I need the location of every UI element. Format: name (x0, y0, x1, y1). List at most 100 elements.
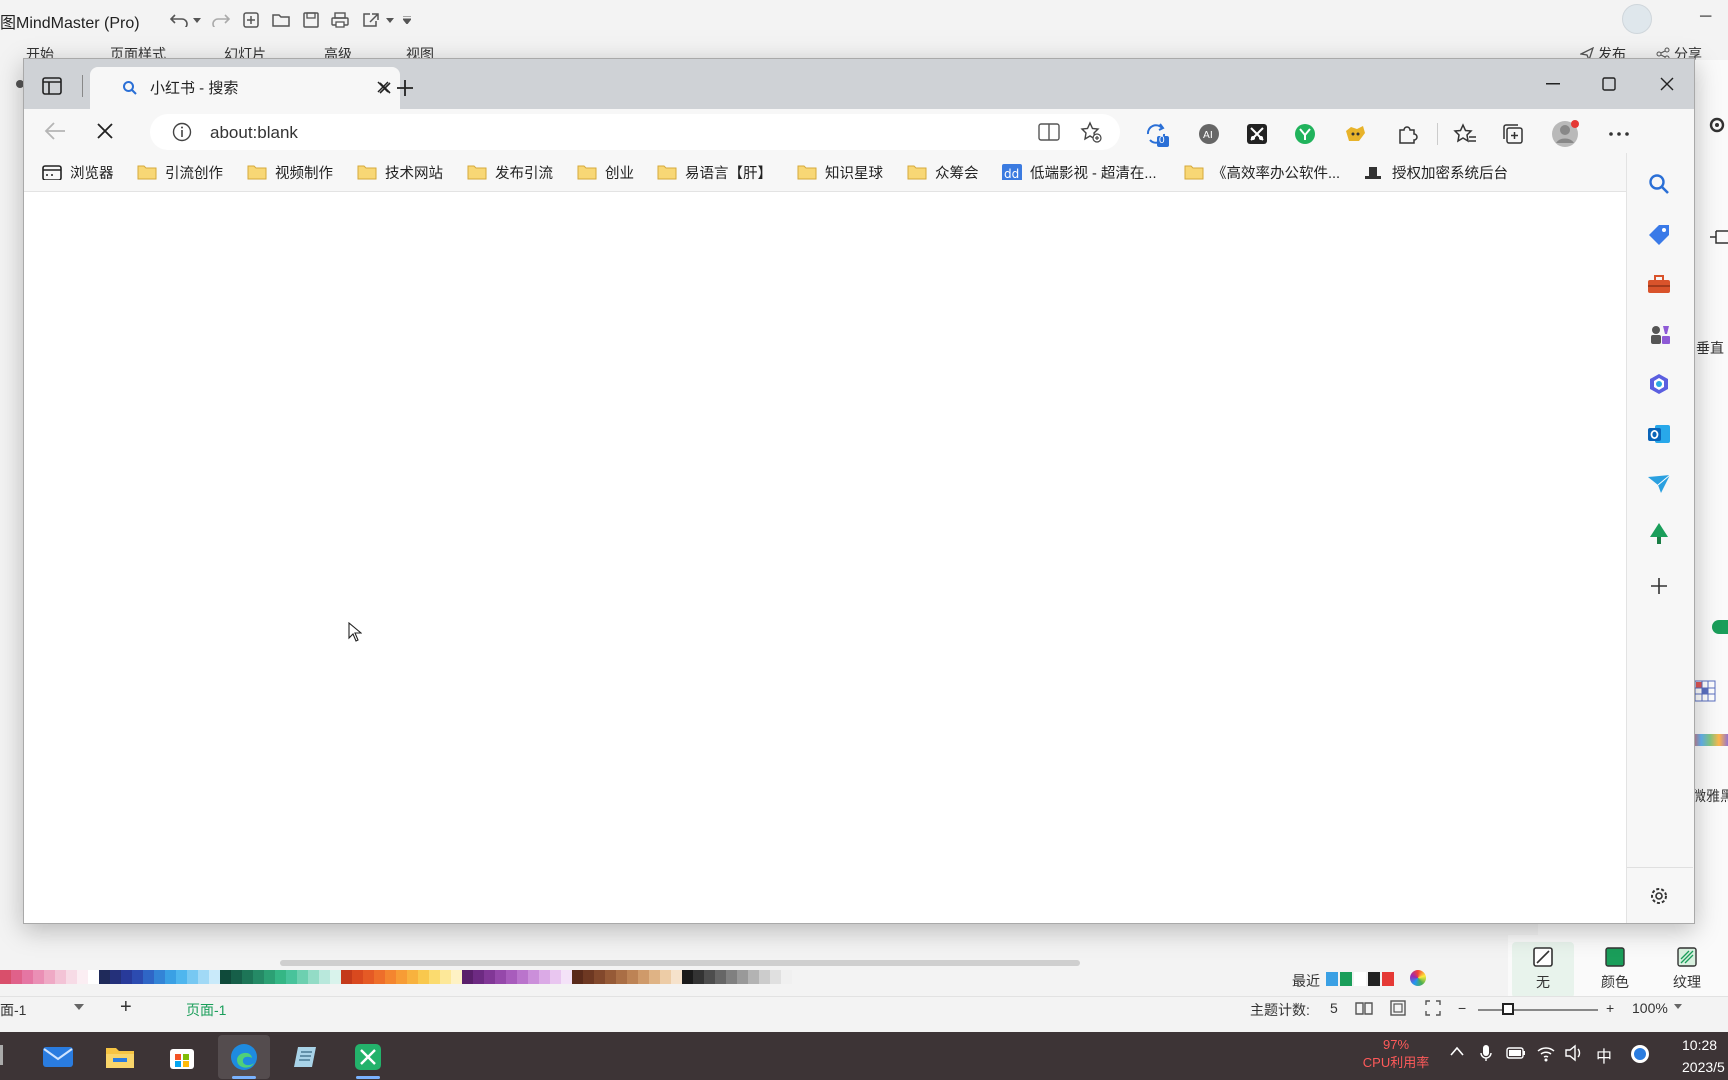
close-icon[interactable] (377, 81, 389, 93)
palette-swatch[interactable] (264, 970, 275, 984)
customize-quick-access-icon[interactable] (400, 9, 414, 31)
fav-browser[interactable]: 浏览器 (42, 160, 114, 184)
recent-colors[interactable] (1326, 972, 1394, 986)
palette-swatch[interactable] (726, 970, 737, 984)
profile-avatar[interactable] (1550, 119, 1580, 149)
ime-indicator[interactable]: 中 (1596, 1043, 1612, 1067)
palette-swatch[interactable] (187, 970, 198, 984)
active-tab[interactable]: 小红书 - 搜索 (90, 67, 400, 109)
book-view-icon[interactable] (1355, 1001, 1373, 1015)
palette-swatch[interactable] (473, 970, 484, 984)
undo-icon[interactable] (168, 9, 190, 31)
sidebar-outlook-icon[interactable] (1644, 419, 1674, 449)
sidebar-settings-gear-icon[interactable] (1644, 881, 1674, 911)
user-avatar[interactable] (1622, 4, 1652, 34)
tampermonkey-extension-icon[interactable] (1340, 119, 1370, 149)
palette-swatch[interactable] (671, 970, 682, 984)
maximize-icon[interactable] (1594, 69, 1624, 99)
more-options-icon[interactable] (1604, 119, 1634, 149)
toggle-switch[interactable] (1712, 620, 1728, 634)
sidebar-microsoft365-icon[interactable] (1644, 369, 1674, 399)
taskbar-mindmaster[interactable] (342, 1035, 394, 1079)
palette-swatch[interactable] (528, 970, 539, 984)
undo-dropdown-icon[interactable] (190, 9, 204, 31)
address-bar[interactable]: about:blank (150, 114, 1120, 150)
refresh-extension-icon[interactable]: 0 (1142, 119, 1172, 149)
palette-swatch[interactable] (253, 970, 264, 984)
export-icon[interactable] (360, 9, 382, 31)
taskbar-file-explorer[interactable] (94, 1035, 146, 1079)
settings-gear-icon[interactable] (1706, 114, 1728, 136)
zoom-in-button[interactable]: + (1606, 1000, 1614, 1016)
add-favorite-icon[interactable] (1080, 121, 1102, 143)
palette-swatch[interactable] (154, 970, 165, 984)
fav-folder-5[interactable]: 创业 (577, 160, 634, 184)
palette-swatch[interactable] (649, 970, 660, 984)
export-dropdown-icon[interactable] (383, 9, 397, 31)
palette-swatch[interactable] (110, 970, 121, 984)
cpu-usage-widget[interactable]: 97% CPU利用率 (1356, 1036, 1436, 1072)
palette-swatch[interactable] (286, 970, 297, 984)
palette-swatch[interactable] (77, 970, 88, 984)
fullscreen-icon[interactable] (1425, 1000, 1441, 1016)
palette-swatch[interactable] (99, 970, 110, 984)
palette-swatch[interactable] (44, 970, 55, 984)
print-icon[interactable] (329, 9, 351, 31)
palette-swatch[interactable] (495, 970, 506, 984)
green-y-extension-icon[interactable] (1290, 119, 1320, 149)
stop-loading-icon[interactable] (96, 122, 114, 140)
sidebar-tree-icon[interactable] (1644, 519, 1674, 549)
save-icon[interactable] (300, 9, 322, 31)
palette-swatch[interactable] (605, 970, 616, 984)
palette-swatch[interactable] (781, 970, 792, 984)
favorites-icon[interactable] (1450, 119, 1480, 149)
fav-folder-7[interactable]: 知识星球 (797, 160, 883, 184)
palette-swatch[interactable] (572, 970, 583, 984)
zoom-chevron-down-icon[interactable] (1674, 1004, 1682, 1009)
fav-folder-1[interactable]: 引流创作 (137, 160, 223, 184)
palette-swatch[interactable] (363, 970, 374, 984)
redo-icon[interactable] (210, 9, 232, 31)
zoom-level[interactable]: 100% (1632, 1000, 1668, 1016)
palette-swatch[interactable] (121, 970, 132, 984)
sidebar-add-icon[interactable] (1644, 571, 1674, 601)
fav-site-auth[interactable]: 授权加密系统后台 (1364, 160, 1508, 184)
palette-swatch[interactable] (22, 970, 33, 984)
tab-actions-icon[interactable] (42, 77, 62, 95)
fav-site-ddys[interactable]: dd 低端影视 - 超清在... (1002, 160, 1156, 184)
taskbar-mail[interactable] (32, 1035, 84, 1079)
palette-swatch[interactable] (583, 970, 594, 984)
palette-swatch[interactable] (165, 970, 176, 984)
screenshot-extension-icon[interactable] (1242, 119, 1272, 149)
page-select-dropdown[interactable]: 面-1 (0, 1000, 26, 1020)
site-info-icon[interactable] (172, 122, 192, 142)
fill-none-button[interactable]: 无 (1512, 942, 1574, 998)
immersive-reader-icon[interactable] (1038, 122, 1060, 142)
palette-swatch[interactable] (330, 970, 341, 984)
palette-swatch[interactable] (176, 970, 187, 984)
palette-swatch[interactable] (627, 970, 638, 984)
zoom-slider-handle[interactable] (1502, 1003, 1514, 1015)
palette-swatch[interactable] (143, 970, 154, 984)
palette-swatch[interactable] (407, 970, 418, 984)
zoom-slider[interactable] (1478, 1009, 1598, 1011)
palette-swatch[interactable] (11, 970, 22, 984)
palette-swatch[interactable] (594, 970, 605, 984)
table-icon[interactable] (1694, 680, 1716, 702)
palette-swatch[interactable] (462, 970, 473, 984)
palette-swatch[interactable] (517, 970, 528, 984)
canvas-horizontal-scrollbar[interactable] (280, 960, 1080, 966)
palette-swatch[interactable] (220, 970, 231, 984)
chevron-down-icon[interactable] (74, 1004, 84, 1010)
palette-swatch[interactable] (385, 970, 396, 984)
palette-swatch[interactable] (198, 970, 209, 984)
palette-swatch[interactable] (275, 970, 286, 984)
page-content-blank[interactable] (24, 193, 1626, 923)
palette-swatch[interactable] (209, 970, 220, 984)
fit-page-icon[interactable] (1390, 1000, 1406, 1016)
palette-swatch[interactable] (297, 970, 308, 984)
window-close-icon[interactable] (1652, 69, 1682, 99)
palette-swatch[interactable] (715, 970, 726, 984)
sidebar-shopping-icon[interactable] (1644, 219, 1674, 249)
palette-swatch[interactable] (638, 970, 649, 984)
